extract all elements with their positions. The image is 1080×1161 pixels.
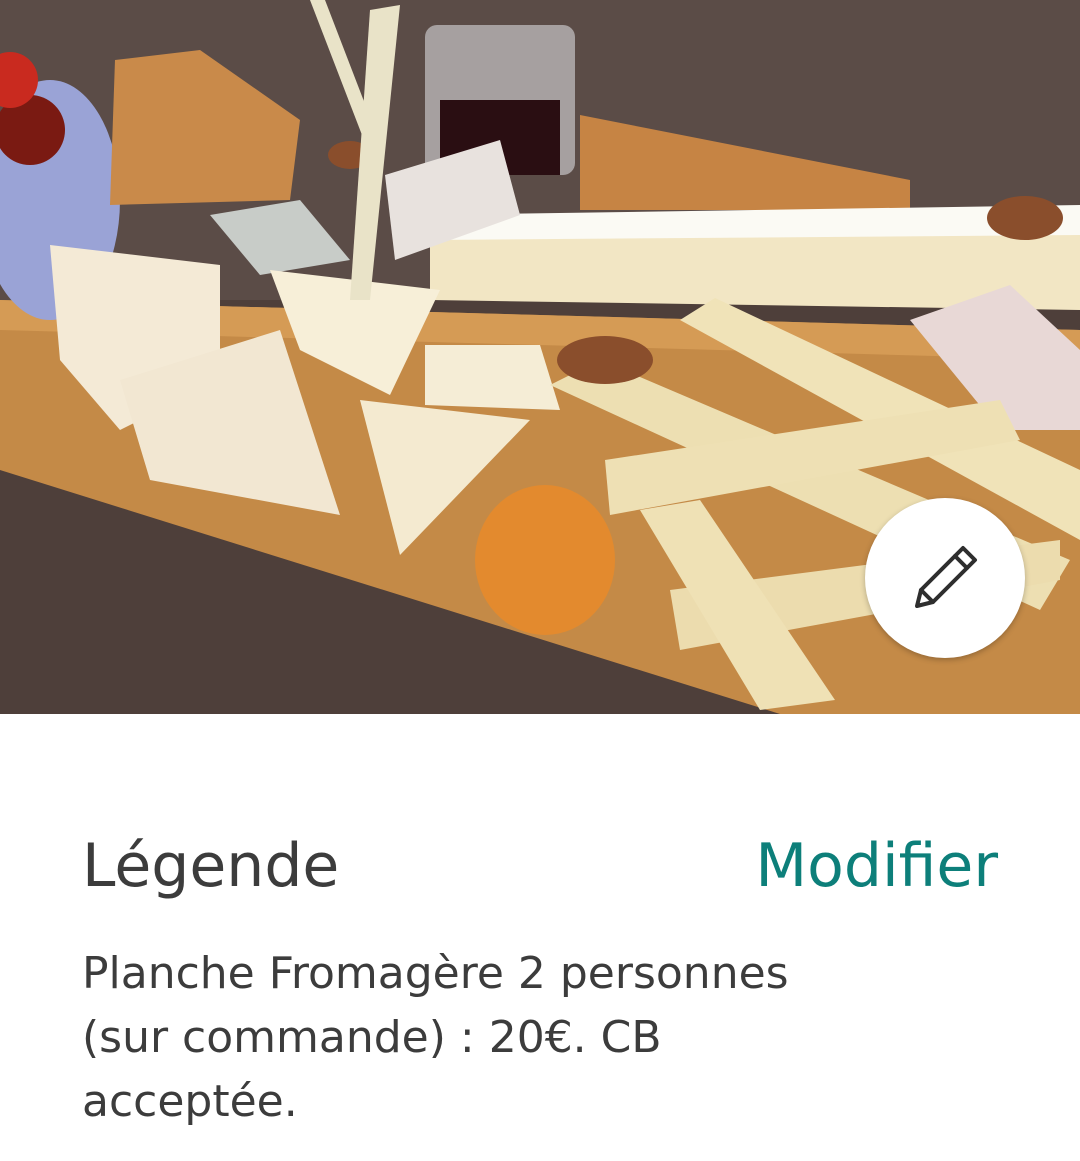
edit-caption-link[interactable]: Modifier (755, 826, 998, 906)
caption-title: Légende (82, 831, 340, 901)
edit-photo-button[interactable] (865, 498, 1025, 658)
caption-section: Légende Modifier Planche Fromagère 2 per… (0, 714, 1080, 1161)
pencil-icon (905, 538, 985, 618)
caption-header: Légende Modifier (82, 826, 998, 906)
caption-text: Planche Fromagère 2 personnes (sur comma… (82, 948, 789, 1127)
photo-caption-screen: Légende Modifier Planche Fromagère 2 per… (0, 0, 1080, 1161)
